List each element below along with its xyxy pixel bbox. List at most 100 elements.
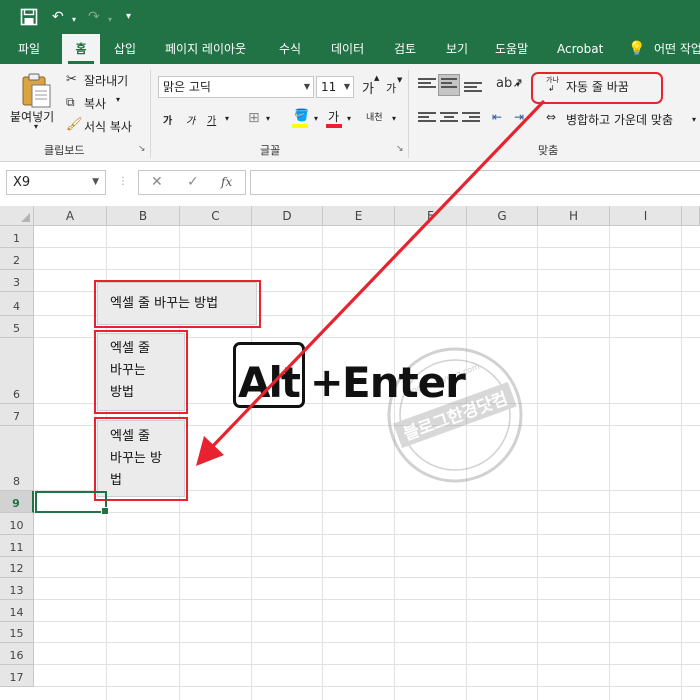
column-header[interactable]: E <box>323 206 395 226</box>
select-all-button[interactable] <box>0 206 34 226</box>
tab-home[interactable]: 홈 <box>62 34 100 64</box>
lightbulb-icon: 💡 <box>628 41 646 57</box>
copy-button[interactable]: 복사 <box>84 95 106 112</box>
row-header[interactable]: 7 <box>0 404 34 426</box>
border-icon[interactable]: ⊞ <box>248 110 260 126</box>
phonetic-dropdown-icon[interactable]: ▾ <box>392 114 396 123</box>
column-header[interactable] <box>682 206 700 226</box>
align-bottom-icon[interactable] <box>464 82 482 96</box>
row-header[interactable]: 13 <box>0 578 34 600</box>
orientation-dropdown-icon[interactable]: ▾ <box>516 80 520 89</box>
active-cell-cursor[interactable] <box>35 491 109 515</box>
row-header[interactable]: 3 <box>0 270 34 292</box>
undo-dropdown-icon[interactable]: ▾ <box>72 11 76 29</box>
save-icon[interactable] <box>20 8 38 26</box>
name-box[interactable]: X9 ▼ <box>6 170 106 195</box>
cancel-icon[interactable]: ✕ <box>151 174 163 190</box>
underline-dropdown-icon[interactable]: ▾ <box>225 114 229 123</box>
column-header[interactable]: D <box>252 206 323 226</box>
align-left-icon[interactable] <box>418 112 436 126</box>
customize-quick-access-icon[interactable]: ▾ <box>126 8 131 26</box>
row-header[interactable]: 12 <box>0 557 34 578</box>
underline-button[interactable]: 가 <box>207 112 216 127</box>
align-right-icon[interactable] <box>462 112 480 126</box>
row-header[interactable]: 6 <box>0 338 34 404</box>
redo-icon[interactable]: ↷ <box>88 8 100 26</box>
tab-review[interactable]: 검토 <box>394 34 416 64</box>
align-middle-icon[interactable] <box>438 74 460 96</box>
align-center-icon[interactable] <box>440 112 458 126</box>
italic-button[interactable]: 가 <box>186 112 195 127</box>
paste-button[interactable]: 붙여넣기 <box>10 108 54 125</box>
font-color-button[interactable]: 가 <box>326 108 344 128</box>
format-painter-icon: 🖌 <box>66 117 83 132</box>
border-dropdown-icon[interactable]: ▾ <box>266 114 270 123</box>
tab-page-layout[interactable]: 페이지 레이아웃 <box>165 34 246 64</box>
fill-color-swatch <box>292 124 308 128</box>
paste-dropdown-icon[interactable]: ▾ <box>34 122 38 131</box>
redo-dropdown-icon[interactable]: ▾ <box>108 11 112 29</box>
formula-bar-grip-icon[interactable]: ⋮ <box>118 176 128 187</box>
row-header[interactable]: 4 <box>0 292 34 316</box>
font-name-select[interactable]: 맑은 고딕 ▼ <box>158 76 314 98</box>
row-header[interactable]: 8 <box>0 426 34 491</box>
column-header[interactable]: A <box>34 206 107 226</box>
font-color-dropdown-icon[interactable]: ▾ <box>347 114 351 123</box>
row-header[interactable]: 14 <box>0 600 34 622</box>
undo-icon[interactable]: ↶ <box>52 8 64 26</box>
tab-insert[interactable]: 삽입 <box>114 34 136 64</box>
format-painter-button[interactable]: 서식 복사 <box>84 118 132 135</box>
font-launcher-icon[interactable]: ↘ <box>396 144 404 154</box>
row-header[interactable]: 1 <box>0 226 34 248</box>
font-color-label: 가 <box>328 110 340 124</box>
merge-dropdown-icon[interactable]: ▾ <box>692 115 696 124</box>
column-header[interactable]: I <box>610 206 682 226</box>
clipboard-launcher-icon[interactable]: ↘ <box>138 144 146 154</box>
enter-icon[interactable]: ✓ <box>187 174 199 190</box>
column-header[interactable]: G <box>467 206 538 226</box>
grid-line <box>34 621 700 622</box>
insert-function-icon[interactable]: fx <box>221 175 232 189</box>
copy-icon: ⧉ <box>66 95 75 109</box>
row-header[interactable]: 15 <box>0 622 34 643</box>
fill-color-dropdown-icon[interactable]: ▾ <box>314 114 318 123</box>
formula-input[interactable] <box>250 170 700 195</box>
row-header[interactable]: 2 <box>0 248 34 270</box>
tell-me-search[interactable]: 어떤 작업 <box>654 34 700 64</box>
increase-font-button[interactable]: 가 <box>362 78 374 97</box>
column-header[interactable]: B <box>107 206 180 226</box>
cut-button[interactable]: 잘라내기 <box>84 72 128 89</box>
increase-indent-icon[interactable]: ⇥ <box>514 110 524 124</box>
align-top-icon[interactable] <box>418 78 436 92</box>
merge-center-button[interactable]: 병합하고 가운데 맞춤 <box>566 111 673 128</box>
font-size-select[interactable]: 11 ▼ <box>316 76 354 98</box>
bold-button[interactable]: 가 <box>163 112 172 127</box>
group-divider <box>408 70 409 158</box>
decrease-indent-icon[interactable]: ⇤ <box>492 110 502 124</box>
decrease-font-button[interactable]: 가 <box>386 80 396 96</box>
tab-file[interactable]: 파일 <box>18 34 40 64</box>
column-header[interactable]: C <box>180 206 252 226</box>
row-header-selected[interactable]: 9 <box>0 491 34 513</box>
phonetic-button[interactable]: 내천 <box>366 110 383 123</box>
plus-sign: + <box>310 360 344 406</box>
row-header[interactable]: 11 <box>0 535 34 557</box>
chevron-down-icon: ▼ <box>343 82 350 91</box>
tab-data[interactable]: 데이터 <box>331 34 364 64</box>
column-header[interactable]: H <box>538 206 610 226</box>
row-header[interactable]: 5 <box>0 316 34 338</box>
row-header[interactable]: 16 <box>0 643 34 665</box>
tab-acrobat[interactable]: Acrobat <box>557 34 603 64</box>
row-header[interactable]: 17 <box>0 665 34 687</box>
grid-line <box>34 269 700 270</box>
tab-formulas[interactable]: 수식 <box>279 34 301 64</box>
group-divider <box>150 70 151 158</box>
paste-icon[interactable] <box>20 72 54 110</box>
copy-dropdown-icon[interactable]: ▾ <box>116 95 120 104</box>
column-header[interactable]: F <box>395 206 467 226</box>
fill-color-button[interactable]: 🪣 <box>292 108 310 128</box>
tab-help[interactable]: 도움말 <box>495 34 528 64</box>
highlight-box-b8 <box>94 417 188 501</box>
tab-view[interactable]: 보기 <box>446 34 468 64</box>
row-header[interactable]: 10 <box>0 513 34 535</box>
